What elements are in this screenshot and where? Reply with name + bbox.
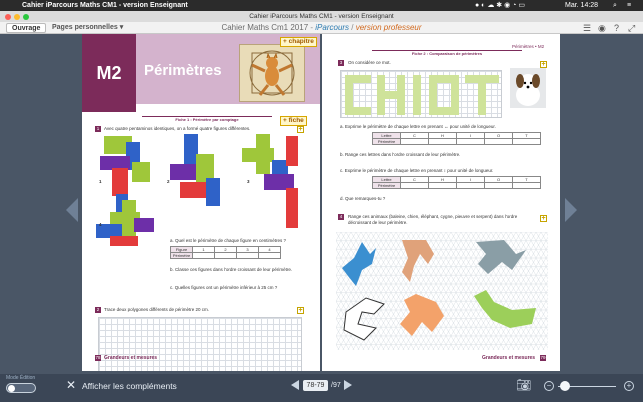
perimeter-table: Figure 1 2 3 4 Périmètre — [170, 246, 281, 259]
left-page: M2 Périmètres + chapitre + fiche Fiche 1… — [82, 34, 320, 371]
menu-clock: Mar. 14:28 — [565, 2, 599, 9]
zoom-out-icon[interactable]: − — [544, 381, 554, 391]
list-view-icon[interactable]: ☰ — [583, 22, 591, 34]
prev-page-icon[interactable] — [291, 380, 299, 390]
puppy-image — [510, 68, 546, 108]
document-title: Cahier Maths Cm1 2017 - iParcours / vers… — [221, 23, 422, 32]
tab-pages-personnelles[interactable]: Pages personnelles ▾ — [52, 22, 123, 34]
question-c: c. Quelles figures ont un périmètre infé… — [170, 285, 278, 290]
add-button[interactable]: + — [540, 61, 547, 68]
figure-label: 4 — [99, 222, 102, 227]
right-page: Périmètres • M2 Fiche 2 : Comparaison de… — [322, 34, 560, 371]
figure-label: 2 — [167, 179, 170, 184]
letters-table-2: Lettre C H I O T Périmètre — [372, 176, 541, 189]
figure-2 — [170, 134, 220, 206]
section-title: Fiche 1 : Périmètre par comptage — [142, 116, 272, 122]
status-icons: ● ◐ ☁ ✱ ◉ ◔ ▭ — [475, 2, 525, 9]
exercise-3-title: On considère ce mot. — [348, 60, 391, 65]
bottom-bar: Mode Édition ✕ Afficher les compléments … — [0, 374, 643, 402]
page-number-input[interactable]: 78-79 — [303, 380, 328, 391]
pentomino-figures — [96, 134, 298, 246]
vitruvian-cat-image — [239, 44, 305, 102]
question-b: b. Classe ces figures dans l'ordre crois… — [170, 267, 293, 272]
close-icon[interactable]: ✕ — [66, 379, 76, 391]
page-total: /97 — [331, 382, 341, 389]
zoom-in-icon[interactable]: + — [624, 381, 634, 391]
prev-page-arrow-icon[interactable] — [66, 198, 78, 222]
chiot-word-grid — [340, 70, 502, 118]
exercise-2-number: 2 — [95, 307, 101, 313]
fullscreen-icon[interactable]: ⤢ — [628, 22, 635, 34]
page-number-left: 78 — [95, 355, 101, 361]
mode-edition-label: Mode Édition — [6, 375, 36, 381]
question-3c: c. Exprime le périmètre de chaque lettre… — [340, 168, 494, 173]
chapter-button[interactable]: + chapitre — [280, 37, 317, 47]
figure-3 — [242, 134, 298, 228]
drawing-grid[interactable] — [98, 317, 302, 371]
window-title: Cahier iParcours Maths CM1 - version Ens… — [249, 13, 394, 20]
zoom-slider-handle[interactable] — [560, 381, 570, 391]
search-icon[interactable]: ⌕ — [613, 0, 617, 11]
next-page-arrow-icon[interactable] — [565, 198, 577, 222]
add-button[interactable]: + — [297, 307, 304, 314]
next-page-icon[interactable] — [344, 380, 352, 390]
figure-label: 1 — [99, 179, 102, 184]
question-3b: b. Range ces lettres dans l'ordre croiss… — [340, 152, 461, 157]
page-number-right: 79 — [540, 355, 546, 361]
toggle-complements-button[interactable]: Afficher les compléments — [82, 381, 177, 391]
exercise-2-title: Trace deux polygones différents de périm… — [104, 307, 210, 312]
page-header: Périmètres • M2 — [512, 44, 545, 49]
letters-table-1: Lettre C H I O T Périmètre — [372, 132, 541, 145]
page-title: Périmètres — [144, 62, 222, 79]
maximize-icon[interactable] — [23, 13, 29, 20]
close-icon[interactable] — [5, 13, 11, 20]
chapter-code: M2 — [82, 34, 136, 112]
window-titlebar: Cahier iParcours Maths CM1 - version Ens… — [0, 11, 643, 22]
menu-bar: Cahier iParcours Maths CM1 - version Ens… — [0, 0, 643, 11]
menu-app-name[interactable]: Cahier iParcours Maths CM1 - version Ens… — [22, 0, 188, 11]
figure-label: 3 — [247, 179, 250, 184]
question-a: a. Quel est le périmètre de chaque figur… — [170, 238, 287, 243]
eye-icon[interactable]: ◉ — [598, 22, 606, 34]
figure-4 — [96, 200, 154, 246]
exercise-1-title: Avec quatre pentaminos identiques, on a … — [104, 126, 251, 131]
add-button[interactable]: + — [297, 126, 304, 133]
exercise-4-title: Range ces animaux (baleine, chien, éléph… — [348, 214, 518, 225]
question-3a: a. Exprime le périmètre de chaque lettre… — [340, 124, 496, 129]
footer-text: Grandeurs et mesures — [482, 355, 536, 361]
minimize-icon[interactable] — [14, 13, 20, 20]
question-3d: d. Que remarques-tu ? — [340, 196, 386, 201]
camera-icon[interactable]: 📷︎ — [516, 379, 531, 391]
section-title: Fiche 2 : Comparaison de périmètres — [372, 50, 522, 56]
tab-ouvrage[interactable]: Ouvrage — [6, 23, 47, 33]
fiche-button[interactable]: + fiche — [280, 116, 307, 126]
exercise-1-number: 1 — [95, 126, 101, 132]
list-icon[interactable]: ≡ — [627, 0, 631, 11]
help-icon[interactable]: ? — [614, 22, 619, 34]
mode-edition-toggle[interactable] — [6, 383, 36, 393]
exercise-4-number: 4 — [338, 214, 344, 220]
add-button[interactable]: + — [540, 215, 547, 222]
toolbar: Ouvrage Pages personnelles ▾ Cahier Math… — [0, 22, 643, 34]
animals-grid — [336, 232, 548, 350]
exercise-3-number: 3 — [338, 60, 344, 66]
footer-text: Grandeurs et mesures — [104, 355, 158, 361]
